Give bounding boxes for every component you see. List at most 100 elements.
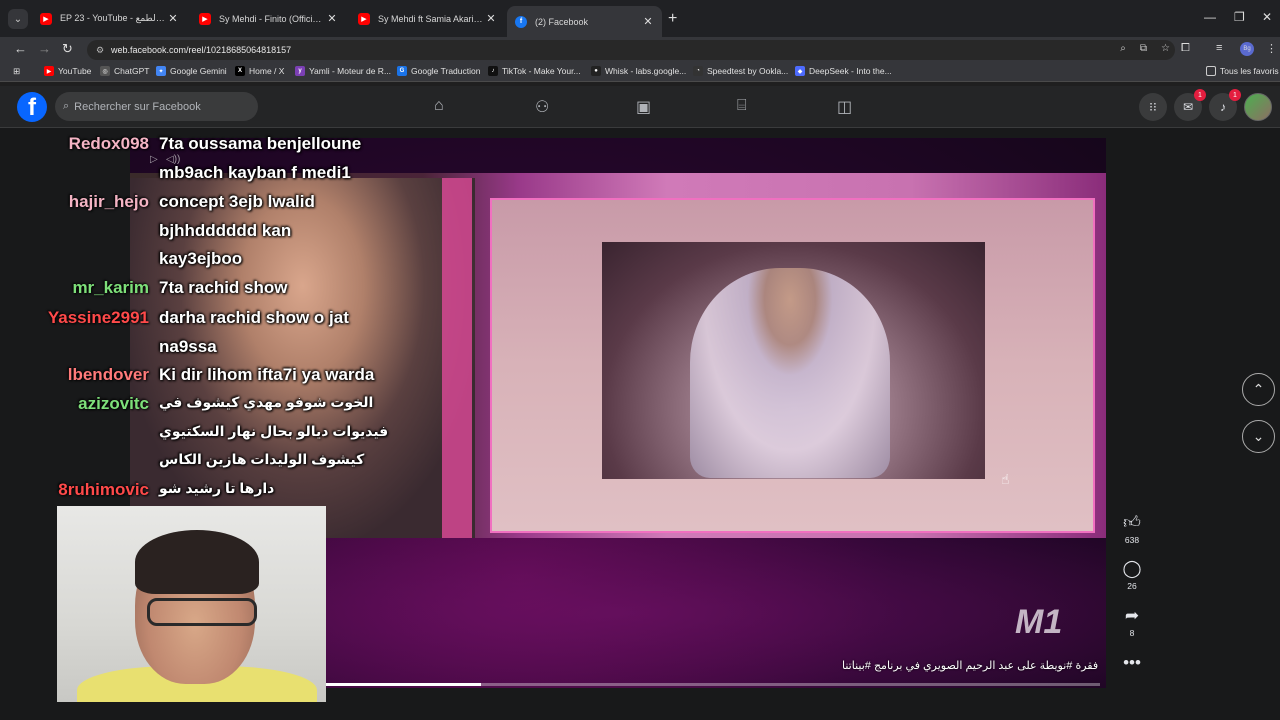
tab-3[interactable]: ▶ Sy Mehdi ft Samia Akariou - Nu ✕ xyxy=(350,6,505,31)
share-icon: ➦ xyxy=(1124,606,1140,625)
more-dots-icon: ••• xyxy=(1123,653,1141,672)
close-tab-icon[interactable]: ✕ xyxy=(167,12,179,25)
chat-message-line: na9ssa xyxy=(159,336,217,356)
youtube-icon: ▶ xyxy=(358,12,370,25)
media-control-icon[interactable]: ≡ xyxy=(1216,42,1222,54)
more-options-button[interactable]: ••• xyxy=(1118,653,1146,673)
bookmark-label: DeepSeek - Into the... xyxy=(809,66,892,76)
webcam-glasses xyxy=(147,598,257,626)
chat-message-line: mb9ach kayban f medi1 xyxy=(159,162,351,182)
tab-1[interactable]: ▶ EP 23 - YouTube - عش الطمع ✕ xyxy=(32,6,187,31)
previous-reel-button[interactable]: ⌃ xyxy=(1242,373,1275,406)
thumbs-up-icon: 👍︎ xyxy=(1123,513,1141,532)
maximize-icon[interactable]: ❐ xyxy=(1234,10,1245,24)
menu-grid-icon[interactable]: ⁝⁝ xyxy=(1139,93,1167,121)
search-icon: ⌕ xyxy=(63,100,70,112)
search-placeholder: Rechercher sur Facebook xyxy=(74,100,201,113)
chevron-up-icon: ⌃ xyxy=(1252,381,1265,397)
facebook-header: f ⌕ Rechercher sur Facebook ⌂ ⚇ ▣ ⌸ ◫ ⁝⁝… xyxy=(0,86,1280,128)
close-tab-icon[interactable]: ✕ xyxy=(485,12,497,25)
chat-username: hajir_hejo xyxy=(68,192,149,211)
tiktok-icon: ♪ xyxy=(488,66,498,76)
close-tab-icon[interactable]: ✕ xyxy=(326,12,338,25)
chat-username: Redox098 xyxy=(68,134,149,153)
chatgpt-icon: ◎ xyxy=(100,66,110,76)
chat-username: azizovitc xyxy=(78,394,149,413)
mouse-cursor-icon: ☝ xyxy=(1001,471,1010,487)
bookmark-youtube[interactable]: ▶ YouTube xyxy=(44,66,91,76)
bookmark-label: Google Gemini xyxy=(170,66,227,76)
back-arrow-icon[interactable]: ← xyxy=(14,41,27,56)
reel-caption[interactable]: فقرة #نويطة على عبد الرحيم الصويري في بر… xyxy=(842,659,1098,672)
chat-message-line: كيشوف الوليدات هازين الكاس xyxy=(159,451,365,467)
profile-icon[interactable]: Bg xyxy=(1240,42,1254,56)
new-tab-button[interactable]: + xyxy=(668,10,677,28)
bookmark-chatgpt[interactable]: ◎ ChatGPT xyxy=(100,66,149,76)
account-avatar[interactable] xyxy=(1244,93,1272,121)
menu-kebab-icon[interactable]: ⋮ xyxy=(1266,42,1277,55)
bookmark-speedtest[interactable]: ◔ Speedtest by Ookla... xyxy=(693,66,788,76)
tab-2[interactable]: ▶ Sy Mehdi - Finito (Official Musi ✕ xyxy=(191,6,346,31)
comment-button[interactable]: ◯ 26 xyxy=(1118,559,1146,591)
extensions-icon[interactable]: ⧠ xyxy=(1181,42,1190,55)
youtube-icon: ▶ xyxy=(199,12,211,25)
chat-message-line: darha rachid show o jat xyxy=(159,308,349,327)
like-button[interactable]: 👍︎ 638 xyxy=(1118,512,1146,545)
facebook-logo-icon[interactable]: f xyxy=(17,92,47,122)
apps-grid-icon[interactable]: ⊞ xyxy=(13,66,20,77)
tab-title: Sy Mehdi ft Samia Akariou - Nu xyxy=(378,13,485,24)
chat-message-line: Ki dir lihom ifta7i ya warda xyxy=(159,365,375,384)
chat-username: mr_karim xyxy=(72,278,149,297)
bookmark-label: YouTube xyxy=(58,66,92,76)
reel-progress-bar[interactable] xyxy=(326,683,1100,686)
zoom-icon[interactable]: ⌕ xyxy=(1120,43,1126,54)
bookmark-label: Home / X xyxy=(249,66,285,76)
minimize-icon[interactable]: — xyxy=(1204,10,1216,24)
channel-logo: M1 xyxy=(1015,603,1063,641)
bookmark-star-icon[interactable]: ☆ xyxy=(1161,43,1170,54)
gaming-icon[interactable]: ◫ xyxy=(837,97,852,117)
gemini-icon: ✦ xyxy=(156,66,166,76)
all-bookmarks[interactable]: Tous les favoris xyxy=(1206,66,1279,76)
site-info-icon[interactable]: ⚙ xyxy=(91,45,109,56)
video-icon[interactable]: ▣ xyxy=(636,97,651,117)
bookmark-x[interactable]: X Home / X xyxy=(235,66,284,76)
reload-icon[interactable]: ↻ xyxy=(62,41,73,57)
tab-search-button[interactable]: ⌄ xyxy=(8,9,28,29)
url-text: web.facebook.com/reel/1021868506481815­7 xyxy=(111,45,292,55)
friends-icon[interactable]: ⚇ xyxy=(535,97,549,117)
notifications-badge: 1 xyxy=(1229,89,1241,101)
all-bookmarks-label: Tous les favoris xyxy=(1220,66,1279,76)
share-count: 8 xyxy=(1129,628,1135,638)
forward-arrow-icon[interactable]: → xyxy=(38,41,51,56)
marketplace-icon[interactable]: ⌸ xyxy=(737,97,747,115)
share-button[interactable]: ➦ 8 xyxy=(1118,606,1146,638)
bookmark-deepseek[interactable]: ◆ DeepSeek - Into the... xyxy=(795,66,892,76)
tab-4-active[interactable]: f (2) Facebook ✕ xyxy=(507,6,662,37)
next-reel-button[interactable]: ⌄ xyxy=(1242,420,1275,453)
close-window-icon[interactable]: ✕ xyxy=(1262,10,1272,24)
youtube-icon: ▶ xyxy=(40,12,52,25)
bookmark-label: Google Traduction xyxy=(411,66,481,76)
bookmark-whisk[interactable]: ● Whisk - labs.google... xyxy=(591,66,686,76)
install-app-icon[interactable]: ⧉ xyxy=(1140,43,1147,54)
chat-username: 8ruhimovic xyxy=(58,480,149,499)
bookmark-label: Whisk - labs.google... xyxy=(605,66,687,76)
bookmark-gemini[interactable]: ✦ Google Gemini xyxy=(156,66,227,76)
bookmark-label: Speedtest by Ookla... xyxy=(707,66,789,76)
chevron-down-icon: ⌄ xyxy=(1252,428,1265,444)
chat-message-line: فيديوات ديالو بحال نهار السكتيوي xyxy=(159,422,389,439)
studio-light-bar xyxy=(442,178,472,538)
webcam-hair xyxy=(135,530,259,594)
messenger-badge: 1 xyxy=(1194,89,1206,101)
bookmark-translate[interactable]: G Google Traduction xyxy=(397,66,480,76)
home-icon[interactable]: ⌂ xyxy=(434,97,444,115)
chat-message-line: 7ta rachid show xyxy=(159,278,288,297)
bookmark-label: ChatGPT xyxy=(114,66,150,76)
close-tab-icon[interactable]: ✕ xyxy=(642,15,654,28)
bookmark-tiktok[interactable]: ♪ TikTok - Make Your... xyxy=(488,66,581,76)
address-bar[interactable]: ⚙ web.facebook.com/reel/1021868506481815… xyxy=(87,40,1175,60)
bookmark-yamli[interactable]: y Yamli - Moteur de R... xyxy=(295,66,391,76)
x-icon: X xyxy=(235,66,245,76)
facebook-search[interactable]: ⌕ Rechercher sur Facebook xyxy=(55,92,258,121)
